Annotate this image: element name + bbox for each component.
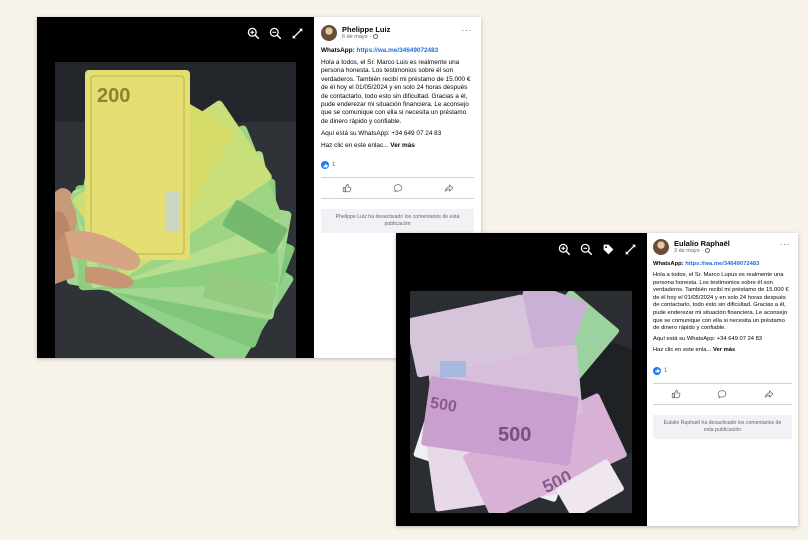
author-header: Phelippe Luiz 6 de mayo · ··· xyxy=(321,25,474,41)
post-sidebar: Eulalio Raphaël 3 de mayo · ··· WhatsApp… xyxy=(647,233,798,526)
reaction-count: 1 xyxy=(664,367,668,374)
click-text: Haz clic en este enlac... xyxy=(321,141,389,149)
author-name[interactable]: Eulalio Raphaël xyxy=(674,239,730,248)
whatsapp-link[interactable]: https://wa.me/34649072483 xyxy=(357,47,439,54)
avatar[interactable] xyxy=(653,239,669,255)
globe-icon xyxy=(373,34,379,40)
zoom-out-icon[interactable] xyxy=(269,27,282,40)
fullscreen-icon[interactable] xyxy=(624,243,637,256)
like-icon xyxy=(321,161,329,170)
avatar[interactable] xyxy=(321,25,337,41)
post-date-text[interactable]: 6 de mayo · xyxy=(342,34,371,40)
share-icon[interactable] xyxy=(764,389,774,399)
like-button-icon[interactable] xyxy=(671,389,681,399)
zoom-in-icon[interactable] xyxy=(558,243,571,256)
author-header: Eulalio Raphaël 3 de mayo · ··· xyxy=(653,239,792,255)
see-more-link[interactable]: Ver más xyxy=(713,347,735,353)
post-date: 6 de mayo · xyxy=(342,34,390,41)
comments-disabled-notice: Phelippe Luiz ha desactivado los comenta… xyxy=(321,209,474,234)
post-body: WhatsApp: https://wa.me/34649072483 Hola… xyxy=(653,261,792,359)
viewer-toolbar xyxy=(247,27,304,40)
reactions-summary[interactable]: 1 xyxy=(321,161,474,170)
post-date-text[interactable]: 3 de mayo · xyxy=(674,248,703,254)
like-icon xyxy=(653,366,661,375)
more-icon[interactable]: ··· xyxy=(780,240,791,249)
see-more-link[interactable]: Ver más xyxy=(390,142,415,149)
fullscreen-icon[interactable] xyxy=(291,27,304,40)
photo-viewer: 500 500 500 xyxy=(396,233,647,526)
photo-viewer: 200 xyxy=(37,17,314,358)
whatsapp-label: WhatsApp: xyxy=(321,47,355,54)
post-date: 3 de mayo · xyxy=(674,248,730,255)
more-icon[interactable]: ··· xyxy=(462,26,473,35)
phone-line: Aquí está su WhatsApp: +34 649 07 24 83 xyxy=(653,336,763,343)
svg-text:200: 200 xyxy=(97,85,130,107)
tag-icon[interactable] xyxy=(602,243,615,256)
post-text: Hola a todos, el Sr. Marco Luis es realm… xyxy=(321,58,471,125)
author-name[interactable]: Phelippe Luiz xyxy=(342,25,390,34)
whatsapp-link[interactable]: https://wa.me/34649072483 xyxy=(685,261,759,267)
reaction-count: 1 xyxy=(332,162,336,169)
action-bar xyxy=(321,177,474,200)
whatsapp-label: WhatsApp: xyxy=(653,261,684,267)
comment-icon[interactable] xyxy=(717,389,727,399)
post-photo-banknotes-hand: 200 xyxy=(55,62,296,358)
post-body: WhatsApp: https://wa.me/34649072483 Hola… xyxy=(321,47,474,153)
zoom-in-icon[interactable] xyxy=(247,27,260,40)
svg-text:500: 500 xyxy=(498,424,531,446)
post-text: Hola a todos, el Sr. Marco Lupus es real… xyxy=(653,272,789,332)
action-bar xyxy=(653,382,792,405)
zoom-out-icon[interactable] xyxy=(580,243,593,256)
comments-disabled-notice: Eulalio Raphaël ha desactivado los comen… xyxy=(653,414,792,439)
like-button-icon[interactable] xyxy=(342,183,352,193)
reactions-summary[interactable]: 1 xyxy=(653,366,792,375)
comment-icon[interactable] xyxy=(393,183,403,193)
globe-icon xyxy=(705,248,711,254)
share-icon[interactable] xyxy=(444,183,454,193)
post-card-eulalio: 500 500 500 Eulalio Raphaël 3 de mayo · … xyxy=(396,233,798,526)
phone-line: Aquí está su WhatsApp: +34 649 07 24 83 xyxy=(321,129,442,137)
viewer-toolbar xyxy=(558,243,637,256)
post-photo-banknotes-fan: 500 500 500 xyxy=(410,291,632,513)
click-text: Haz clic en este enla... xyxy=(653,347,712,354)
